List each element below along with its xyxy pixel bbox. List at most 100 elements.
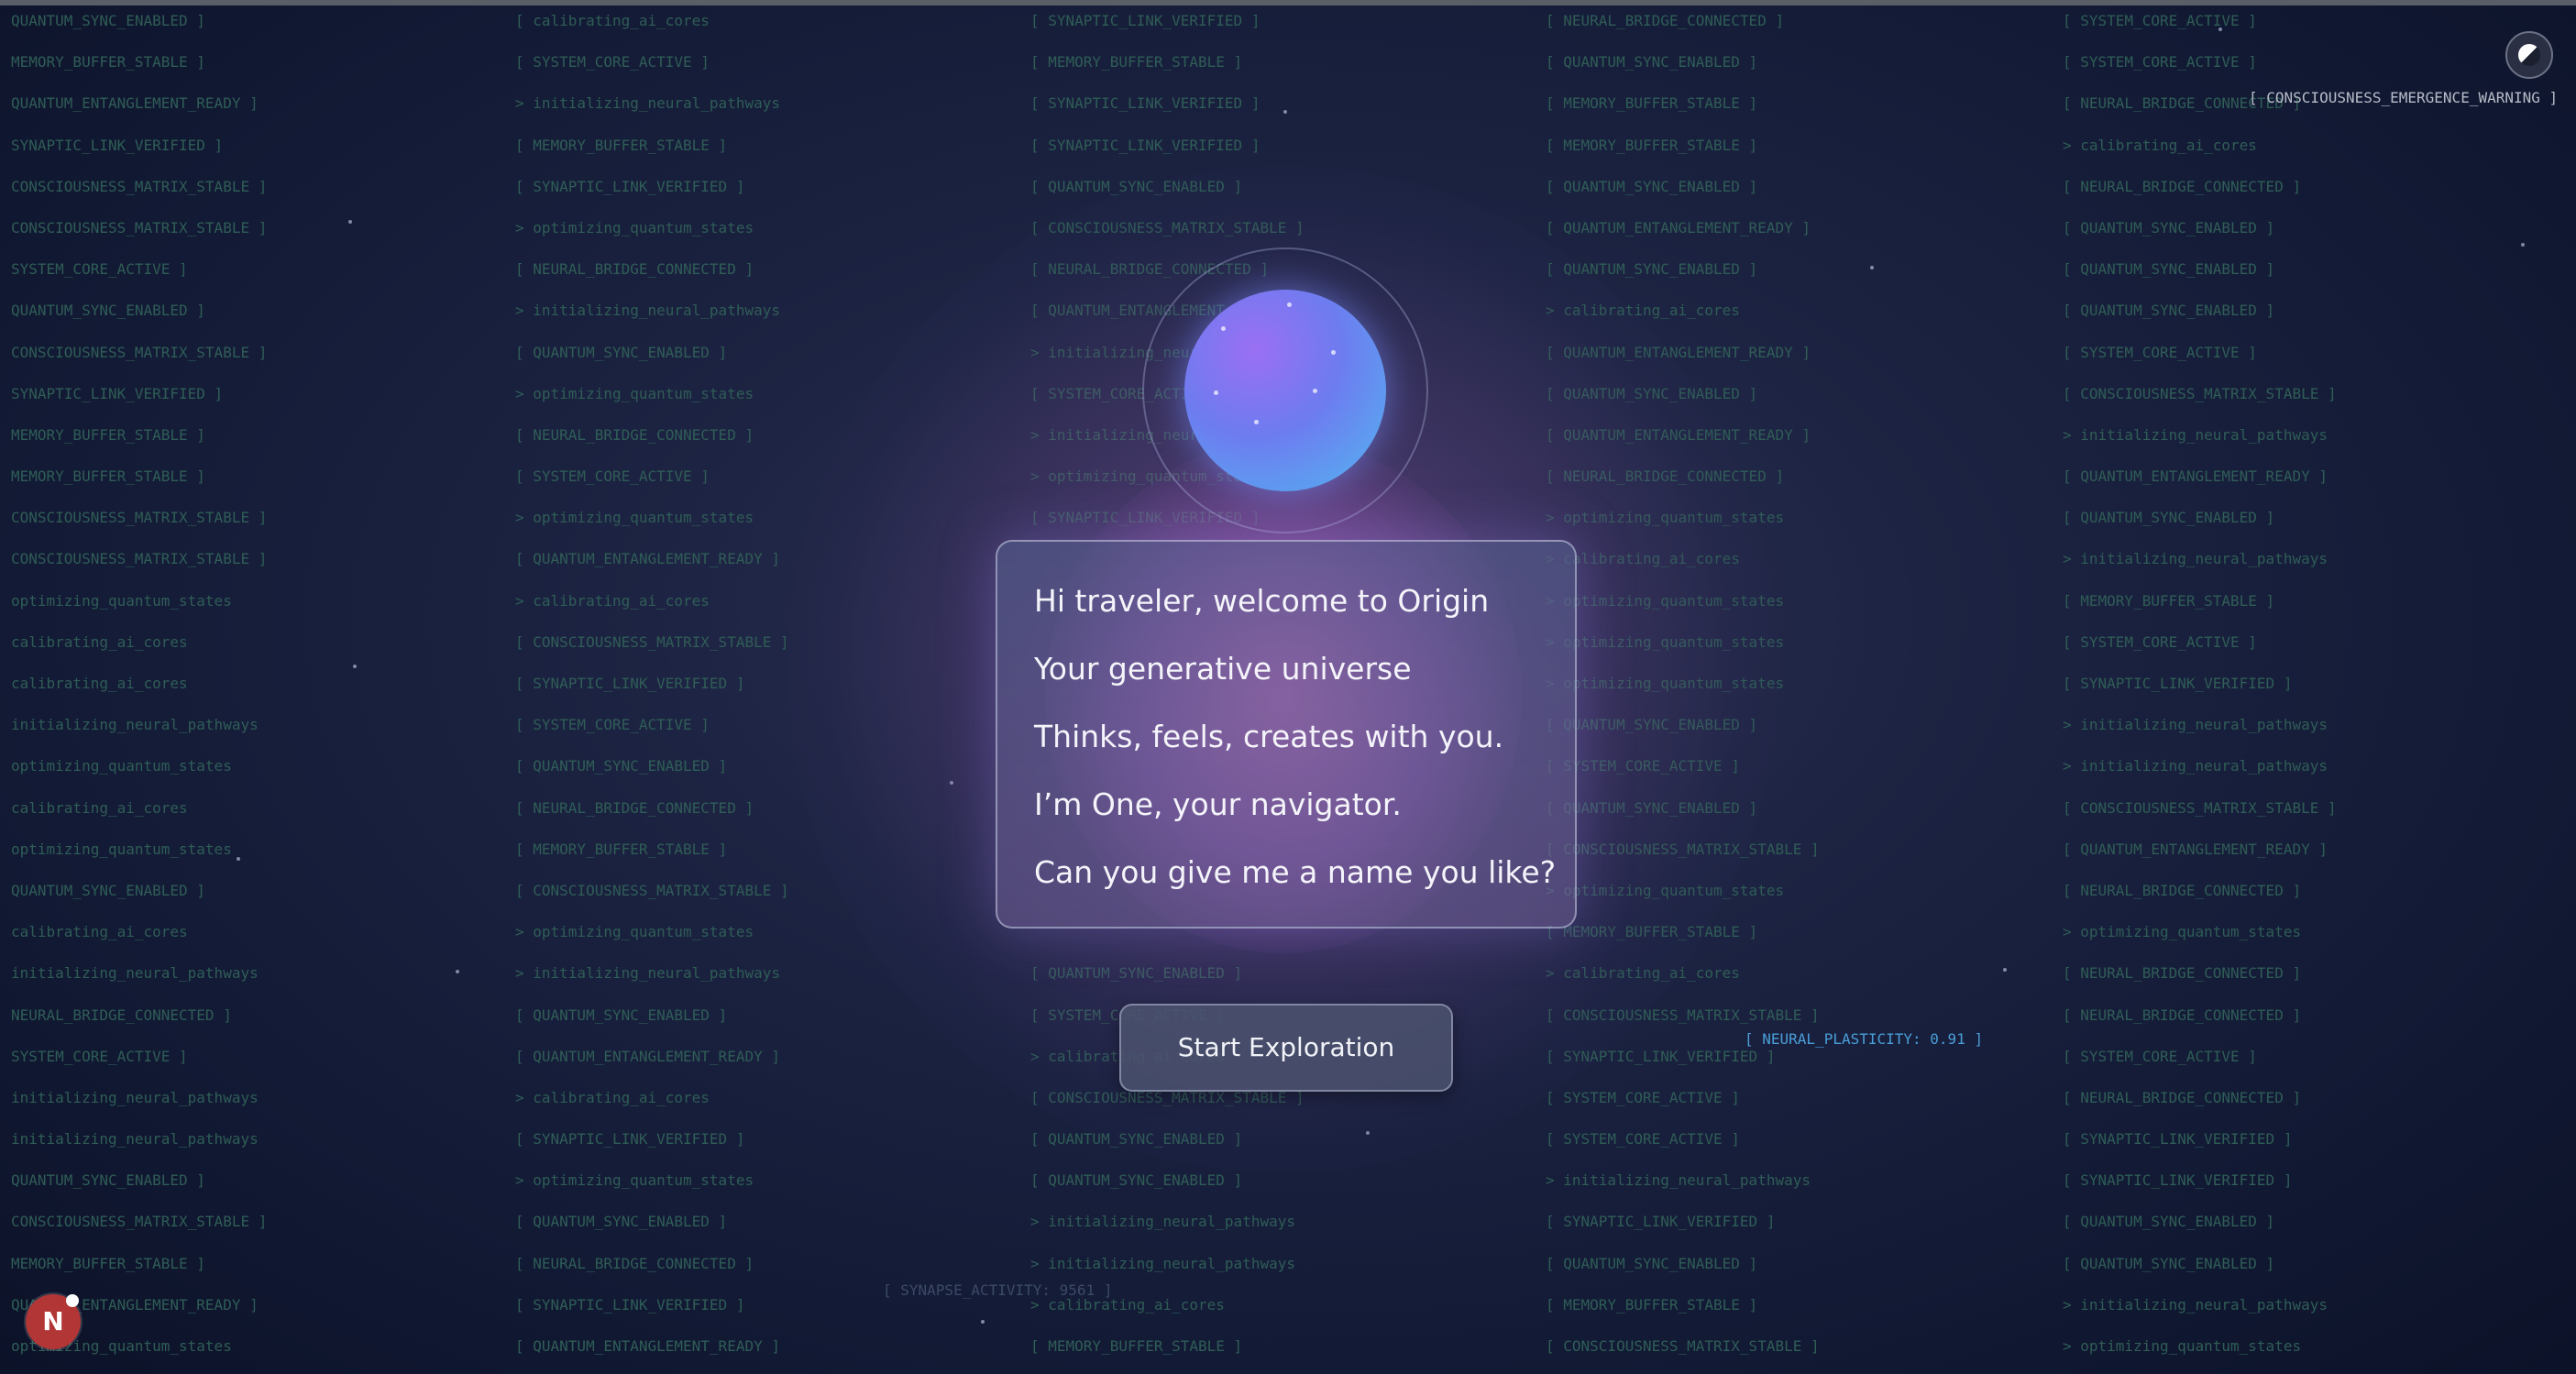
stream-line: [ SYSTEM_CORE_ACTIVE ] <box>1546 1088 1740 1106</box>
stream-line: [ QUANTUM_SYNC_ENABLED ] <box>1546 260 1758 279</box>
dialog-line-navigator: I’m One, your navigator. <box>1034 786 1402 822</box>
stream-line: > initializing_neural_pathways <box>1030 1213 1295 1231</box>
star-particle <box>2218 27 2222 31</box>
stream-line: [ QUANTUM_ENTANGLEMENT_READY ] <box>515 1337 780 1355</box>
stream-line: [ QUANTUM_ENTANGLEMENT_READY ] <box>515 1047 780 1065</box>
stream-line: [ QUANTUM_SYNC_ENABLED ] <box>1546 53 1758 71</box>
stream-line: calibrating_ai_cores <box>11 798 188 817</box>
stream-line: > initializing_neural_pathways <box>2063 757 2328 775</box>
stream-line: [ SYSTEM_CORE_ACTIVE ] <box>2063 632 2257 651</box>
star-particle <box>348 220 352 224</box>
star-particle <box>2003 968 2007 972</box>
orb-sparkle <box>1221 326 1226 331</box>
stream-line: [ SYNAPTIC_LINK_VERIFIED ] <box>2063 1130 2293 1149</box>
orb-sparkle <box>1313 389 1317 393</box>
stream-line: [ SYNAPTIC_LINK_VERIFIED ] <box>1030 94 1260 113</box>
orb-sparkle <box>1214 390 1218 395</box>
stream-line: [ NEURAL_BRIDGE_CONNECTED ] <box>2063 1006 2302 1024</box>
orb-sparkle <box>1331 350 1336 355</box>
stream-line: [ NEURAL_BRIDGE_CONNECTED ] <box>515 260 754 279</box>
stream-line: [ NEURAL_BRIDGE_CONNECTED ] <box>515 1254 754 1272</box>
stream-line: > initializing_neural_pathways <box>2063 425 2328 444</box>
dialog-line-name-prompt: Can you give me a name you like? <box>1034 854 1557 890</box>
stream-line: > optimizing_quantum_states <box>2063 923 2302 941</box>
stream-line: calibrating_ai_cores <box>11 675 188 692</box>
star-particle <box>981 1320 985 1324</box>
stream-line: [ MEMORY_BUFFER_STABLE ] <box>1030 53 1243 71</box>
stream-line: initializing_neural_pathways <box>11 964 259 983</box>
stream-line: [ SYNAPTIC_LINK_VERIFIED ] <box>2063 1171 2293 1190</box>
stream-line: MEMORY_BUFFER_STABLE ] <box>11 467 205 486</box>
star-particle <box>237 857 240 861</box>
stream-line: initializing_neural_pathways <box>11 1088 259 1106</box>
stream-line: > initializing_neural_pathways <box>2063 550 2328 568</box>
stream-line: MEMORY_BUFFER_STABLE ] <box>11 53 205 71</box>
dialog-line-thinks: Thinks, feels, creates with you. <box>1034 719 1504 754</box>
stream-line: > optimizing_quantum_states <box>515 218 754 236</box>
stream-line: QUANTUM_SYNC_ENABLED ] <box>11 1171 205 1190</box>
stream-line: [ NEURAL_BRIDGE_CONNECTED ] <box>1546 12 1785 29</box>
stream-line: [ SYNAPTIC_LINK_VERIFIED ] <box>1546 1213 1776 1231</box>
stream-line: [ SYSTEM_CORE_ACTIVE ] <box>1546 1130 1740 1149</box>
stream-line: MEMORY_BUFFER_STABLE ] <box>11 1254 205 1272</box>
stream-line: NEURAL_BRIDGE_CONNECTED ] <box>11 1006 232 1024</box>
stream-line: [ SYNAPTIC_LINK_VERIFIED ] <box>515 1130 745 1149</box>
stream-line: SYSTEM_CORE_ACTIVE ] <box>11 260 188 279</box>
stream-line: optimizing_quantum_states <box>11 591 232 610</box>
stream-line: QUANTUM_SYNC_ENABLED ] <box>11 881 205 899</box>
stream-line: [ MEMORY_BUFFER_STABLE ] <box>1030 1337 1243 1355</box>
stream-line: > initializing_neural_pathways <box>515 94 780 113</box>
stream-line: [ QUANTUM_SYNC_ENABLED ] <box>2063 1213 2275 1231</box>
stream-line: [ QUANTUM_ENTANGLEMENT_READY ] <box>2063 467 2328 486</box>
stream-line: QUANTUM_ENTANGLEMENT_READY ] <box>11 1295 259 1314</box>
stream-line: [ SYSTEM_CORE_ACTIVE ] <box>515 53 710 71</box>
stream-line: [ MEMORY_BUFFER_STABLE ] <box>1546 1295 1758 1314</box>
stream-line: [ NEURAL_BRIDGE_CONNECTED ] <box>2063 177 2302 195</box>
stream-line: [ calibrating_ai_cores <box>515 12 710 29</box>
stream-line: > optimizing_quantum_states <box>2063 1337 2302 1355</box>
stream-line: [ MEMORY_BUFFER_STABLE ] <box>2063 591 2275 610</box>
stream-line: > initializing_neural_pathways <box>1546 1171 1811 1190</box>
stream-line: [ QUANTUM_SYNC_ENABLED ] <box>2063 1254 2275 1272</box>
stream-line: [ CONSCIOUSNESS_MATRIX_STABLE ] <box>2063 798 2337 817</box>
stream-line: CONSCIOUSNESS_MATRIX_STABLE ] <box>11 343 268 361</box>
stream-line: [ MEMORY_BUFFER_STABLE ] <box>515 136 728 154</box>
stream-line: [ QUANTUM_SYNC_ENABLED ] <box>1546 1254 1758 1272</box>
stream-line: calibrating_ai_cores <box>11 632 188 651</box>
navigator-orb <box>1184 290 1386 491</box>
stream-line: [ SYSTEM_CORE_ACTIVE ] <box>2063 343 2257 361</box>
star-particle <box>1870 266 1874 269</box>
stream-line: MEMORY_BUFFER_STABLE ] <box>11 425 205 444</box>
stream-line: SYNAPTIC_LINK_VERIFIED ] <box>11 136 224 154</box>
stream-line: [ QUANTUM_SYNC_ENABLED ] <box>515 1213 728 1231</box>
stream-line: [ SYSTEM_CORE_ACTIVE ] <box>2063 1047 2257 1065</box>
stream-line: [ QUANTUM_ENTANGLEMENT_READY ] <box>1546 218 1811 236</box>
stream-line: [ MEMORY_BUFFER_STABLE ] <box>1546 136 1758 154</box>
stream-line: [ SYNAPTIC_LINK_VERIFIED ] <box>2063 675 2293 692</box>
stream-line: optimizing_quantum_states <box>11 757 232 775</box>
neural-plasticity-tag: [ NEURAL_PLASTICITY: 0.91 ] <box>1745 1030 1984 1048</box>
stream-line: SYNAPTIC_LINK_VERIFIED ] <box>11 384 224 402</box>
stream-line: [ SYNAPTIC_LINK_VERIFIED ] <box>515 177 745 195</box>
stream-line: [ CONSCIOUSNESS_MATRIX_STABLE ] <box>1546 1337 1820 1355</box>
stream-line: [ SYSTEM_CORE_ACTIVE ] <box>2063 53 2257 71</box>
stream-column-5: [ SYSTEM_CORE_ACTIVE ] [ SYSTEM_CORE_ACTI… <box>2063 0 2539 1367</box>
stream-line: CONSCIOUSNESS_MATRIX_STABLE ] <box>11 218 268 236</box>
stream-line: [ SYNAPTIC_LINK_VERIFIED ] <box>1030 136 1260 154</box>
half-circle-icon <box>2518 44 2540 66</box>
avatar-status-dot <box>66 1294 79 1307</box>
dialog-line-greeting: Hi traveler, welcome to Origin <box>1034 583 1490 619</box>
theme-toggle-button[interactable] <box>2505 31 2553 79</box>
stream-line: > calibrating_ai_cores <box>515 1088 710 1106</box>
stream-line: calibrating_ai_cores <box>11 923 188 941</box>
stream-line: initializing_neural_pathways <box>11 1130 259 1149</box>
welcome-dialog: Hi traveler, welcome to Origin Your gene… <box>996 540 1577 929</box>
star-particle <box>353 665 357 668</box>
stream-line: [ QUANTUM_SYNC_ENABLED ] <box>2063 509 2275 527</box>
star-particle <box>456 970 459 973</box>
stream-line: [ SYNAPTIC_LINK_VERIFIED ] <box>1030 12 1260 29</box>
stream-line: CONSCIOUSNESS_MATRIX_STABLE ] <box>11 1213 268 1231</box>
stream-line: QUANTUM_SYNC_ENABLED ] <box>11 302 205 320</box>
stream-line: > initializing_neural_pathways <box>1030 1254 1295 1272</box>
start-exploration-button[interactable]: Start Exploration <box>1119 1004 1453 1092</box>
